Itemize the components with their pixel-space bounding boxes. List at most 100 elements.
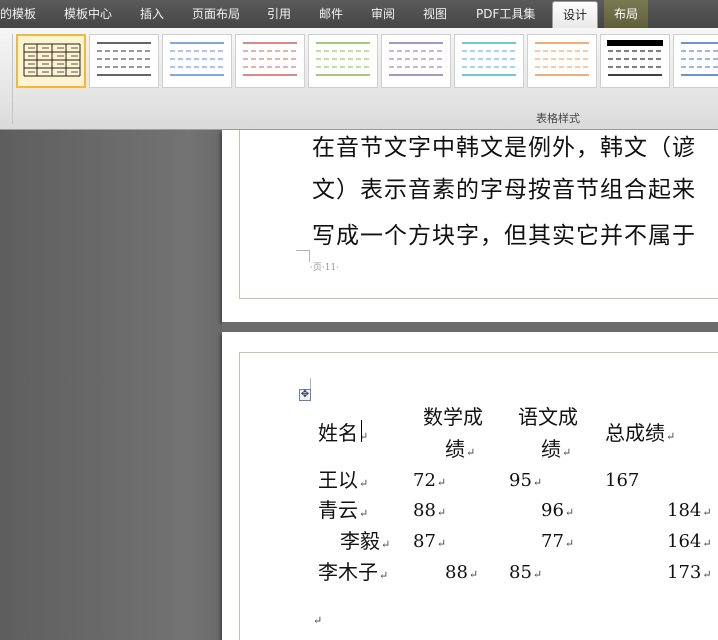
row2-name[interactable]: 青云↵ xyxy=(318,499,368,525)
table-style-light-shading-orange[interactable] xyxy=(527,34,597,88)
ribbon-panel xyxy=(0,28,718,130)
row2-total[interactable]: 184↵ xyxy=(667,500,712,524)
paragraph-mark: ↵ xyxy=(436,506,447,519)
header-math-line2-text: 绩 xyxy=(445,437,465,461)
table-style-gallery xyxy=(16,34,718,96)
row1-name-text: 王以 xyxy=(318,468,358,492)
table-styles-group-label: 表格样式 xyxy=(536,112,580,125)
table-style-light-shading-green[interactable] xyxy=(308,34,378,88)
header-chinese-line1[interactable]: 语文成 xyxy=(518,406,578,428)
row3-math[interactable]: 87↵ xyxy=(413,531,446,555)
header-math-line1[interactable]: 数学成 xyxy=(423,406,483,428)
paragraph-mark: ↵ xyxy=(666,430,676,443)
table-style-preview-icon xyxy=(607,40,663,76)
tab-mailings[interactable]: 邮件 xyxy=(319,0,343,28)
table-style-preview-icon xyxy=(389,42,443,76)
tab-references[interactable]: 引用 xyxy=(267,0,291,28)
table-style-light-list-blue[interactable] xyxy=(673,34,718,88)
row4-math[interactable]: 88↵ xyxy=(445,562,478,586)
paragraph-mark: ↵ xyxy=(466,446,476,459)
text-cursor xyxy=(361,420,362,442)
row4-total[interactable]: 173↵ xyxy=(667,562,712,586)
row3-name-text: 李毅 xyxy=(340,529,380,553)
tab-design[interactable]: 设计 xyxy=(552,1,599,30)
tab-view[interactable]: 视图 xyxy=(423,0,447,28)
row4-math-text: 88 xyxy=(445,562,468,583)
crop-mark xyxy=(296,250,310,265)
row1-math[interactable]: 72↵ xyxy=(413,470,446,494)
tab-pdf-tools[interactable]: PDF工具集 xyxy=(476,0,535,28)
page2-margin-left xyxy=(239,352,240,640)
table-style-preview-icon xyxy=(97,42,151,76)
body-line-1: 在音节文字中韩文是例外，韩文（谚 xyxy=(312,135,696,161)
row3-total[interactable]: 164↵ xyxy=(667,531,712,555)
ribbon-tab-bar: 的模板 模板中心 插入 页面布局 引用 邮件 审阅 视图 PDF工具集 设计 布… xyxy=(0,0,718,30)
page-gap xyxy=(222,322,718,332)
body-line-3: 写成一个方块字，但其实它并不属于 xyxy=(312,223,696,249)
table-style-preview-icon xyxy=(170,42,224,76)
paragraph-mark: ↵ xyxy=(359,507,369,520)
header-math-line2[interactable]: 绩↵ xyxy=(445,438,475,464)
paragraph-mark: ↵ xyxy=(436,537,447,550)
tab-template-center[interactable]: 模板中心 xyxy=(64,0,112,28)
tab-review[interactable]: 审阅 xyxy=(371,0,395,28)
empty-paragraph[interactable]: ↵ xyxy=(312,606,322,632)
row4-chinese[interactable]: 85↵ xyxy=(509,562,542,586)
row2-chinese[interactable]: 96↵ xyxy=(541,500,574,524)
table-style-preview-icon xyxy=(681,42,718,76)
paragraph-mark: ↵ xyxy=(381,538,391,551)
header-name-text: 姓名 xyxy=(318,421,358,445)
table-style-preview-icon xyxy=(243,42,297,76)
paragraph-mark: ↵ xyxy=(702,537,712,550)
header-total[interactable]: 总成绩↵ xyxy=(605,422,675,448)
paragraph-mark: ↵ xyxy=(532,568,543,581)
table-style-light-shading-aqua[interactable] xyxy=(454,34,524,88)
tab-layout[interactable]: 布局 xyxy=(604,0,649,28)
row4-name[interactable]: 李木子↵ xyxy=(318,561,388,587)
row1-math-text: 72 xyxy=(413,470,436,491)
table-style-light-shading[interactable] xyxy=(89,34,159,88)
table-style-light-shading-red[interactable] xyxy=(235,34,305,88)
page2-margin-top xyxy=(239,352,718,353)
paragraph-mark: ↵ xyxy=(564,506,575,519)
row1-total[interactable]: 167 xyxy=(605,470,639,492)
row4-name-text: 李木子 xyxy=(318,560,378,584)
paragraph-mark: ↵ xyxy=(436,476,447,489)
table-style-light-shading-purple[interactable] xyxy=(381,34,451,88)
row2-math[interactable]: 88↵ xyxy=(413,500,446,524)
table-style-light-list-black[interactable] xyxy=(600,34,670,88)
header-chinese-line2-text: 绩 xyxy=(541,437,561,461)
row1-name[interactable]: 王以↵ xyxy=(318,469,368,495)
table-style-preview-icon xyxy=(535,42,589,76)
table-style-light-shading-blue[interactable] xyxy=(162,34,232,88)
row2-name-text: 青云 xyxy=(318,498,358,522)
paragraph-mark: ↵ xyxy=(359,477,369,490)
table-style-preview-icon xyxy=(462,42,516,76)
row2-math-text: 88 xyxy=(413,500,436,521)
paragraph-mark: ↵ xyxy=(379,569,389,582)
row1-chinese-text: 95 xyxy=(509,470,532,491)
paragraph-mark: ↵ xyxy=(313,614,323,627)
row4-chinese-text: 85 xyxy=(509,562,532,583)
body-line-2: 文）表示音素的字母按音节组合起来 xyxy=(312,177,696,203)
ribbon-divider xyxy=(0,34,13,124)
row3-name[interactable]: 李毅↵ xyxy=(340,530,390,556)
header-total-text: 总成绩 xyxy=(605,421,665,445)
tab-page-layout[interactable]: 页面布局 xyxy=(192,0,240,28)
tab-insert[interactable]: 插入 xyxy=(140,0,164,28)
row3-chinese-text: 77 xyxy=(541,531,564,552)
paragraph-mark: ↵ xyxy=(702,568,712,581)
header-chinese-line2[interactable]: 绩↵ xyxy=(541,438,571,464)
paragraph-mark: ↵ xyxy=(562,446,572,459)
document-background xyxy=(0,130,222,640)
row3-chinese[interactable]: 77↵ xyxy=(541,531,574,555)
table-style-preview-icon xyxy=(316,42,370,76)
table-style-preview-icon xyxy=(23,43,81,77)
tab-templates[interactable]: 的模板 xyxy=(0,0,36,28)
table-move-handle-icon[interactable]: ✥ xyxy=(299,389,311,401)
page1-margin-bottom xyxy=(239,298,718,299)
table-style-grid-black[interactable] xyxy=(16,34,86,88)
row1-chinese[interactable]: 95↵ xyxy=(509,470,542,494)
paragraph-mark: ↵ xyxy=(468,568,479,581)
row4-total-text: 173 xyxy=(667,562,702,583)
